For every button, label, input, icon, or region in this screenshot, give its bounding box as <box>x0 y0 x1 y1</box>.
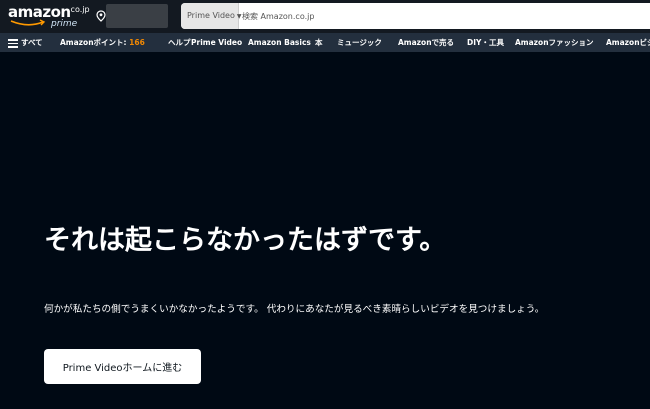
search-category-label: Prime Video <box>187 11 235 20</box>
top-bar: amazon .co.jp prime Prime Video ▼ <box>0 0 650 33</box>
nav-music[interactable]: ミュージック <box>337 33 382 52</box>
error-headline: それは起こらなかったはずです。 <box>44 225 447 256</box>
nav-bar: すべて Amazonポイント: 166 ヘルプ Prime Video Amaz… <box>0 33 650 52</box>
search-input[interactable] <box>240 3 650 29</box>
nav-all[interactable]: すべて <box>21 33 43 52</box>
nav-sell[interactable]: Amazonで売る <box>398 33 454 52</box>
nav-prime-video[interactable]: Prime Video <box>191 33 242 52</box>
nav-books[interactable]: 本 <box>315 33 323 52</box>
search-bar: Prime Video ▼ <box>181 3 650 29</box>
delivery-location-box[interactable] <box>106 4 168 28</box>
logo-tld: .co.jp <box>68 5 90 14</box>
nav-fashion[interactable]: Amazonファッション <box>515 33 594 52</box>
amazon-prime-logo[interactable]: amazon .co.jp prime <box>8 3 90 31</box>
nav-diy-tools[interactable]: DIY・工具 <box>467 33 504 52</box>
smile-arrow-icon <box>10 19 46 26</box>
nav-points[interactable]: Amazonポイント: 166 <box>60 33 145 52</box>
nav-points-value: 166 <box>129 38 145 47</box>
nav-business[interactable]: Amazonビジ <box>606 33 650 52</box>
logo-prime-text: prime <box>51 19 78 29</box>
nav-help[interactable]: ヘルプ <box>168 33 191 52</box>
error-description: 何かが私たちの側でうまくいかなかったようです。 代わりにあなたが見るべき素晴らし… <box>44 304 545 315</box>
nav-points-label: Amazonポイント: <box>60 38 130 47</box>
location-pin-icon[interactable] <box>96 10 106 22</box>
prime-video-home-button[interactable]: Prime Videoホームに進む <box>44 349 201 384</box>
hamburger-icon[interactable] <box>8 39 18 48</box>
search-category-dropdown[interactable]: Prime Video ▼ <box>181 3 242 29</box>
nav-amazon-basics[interactable]: Amazon Basics <box>248 33 311 52</box>
